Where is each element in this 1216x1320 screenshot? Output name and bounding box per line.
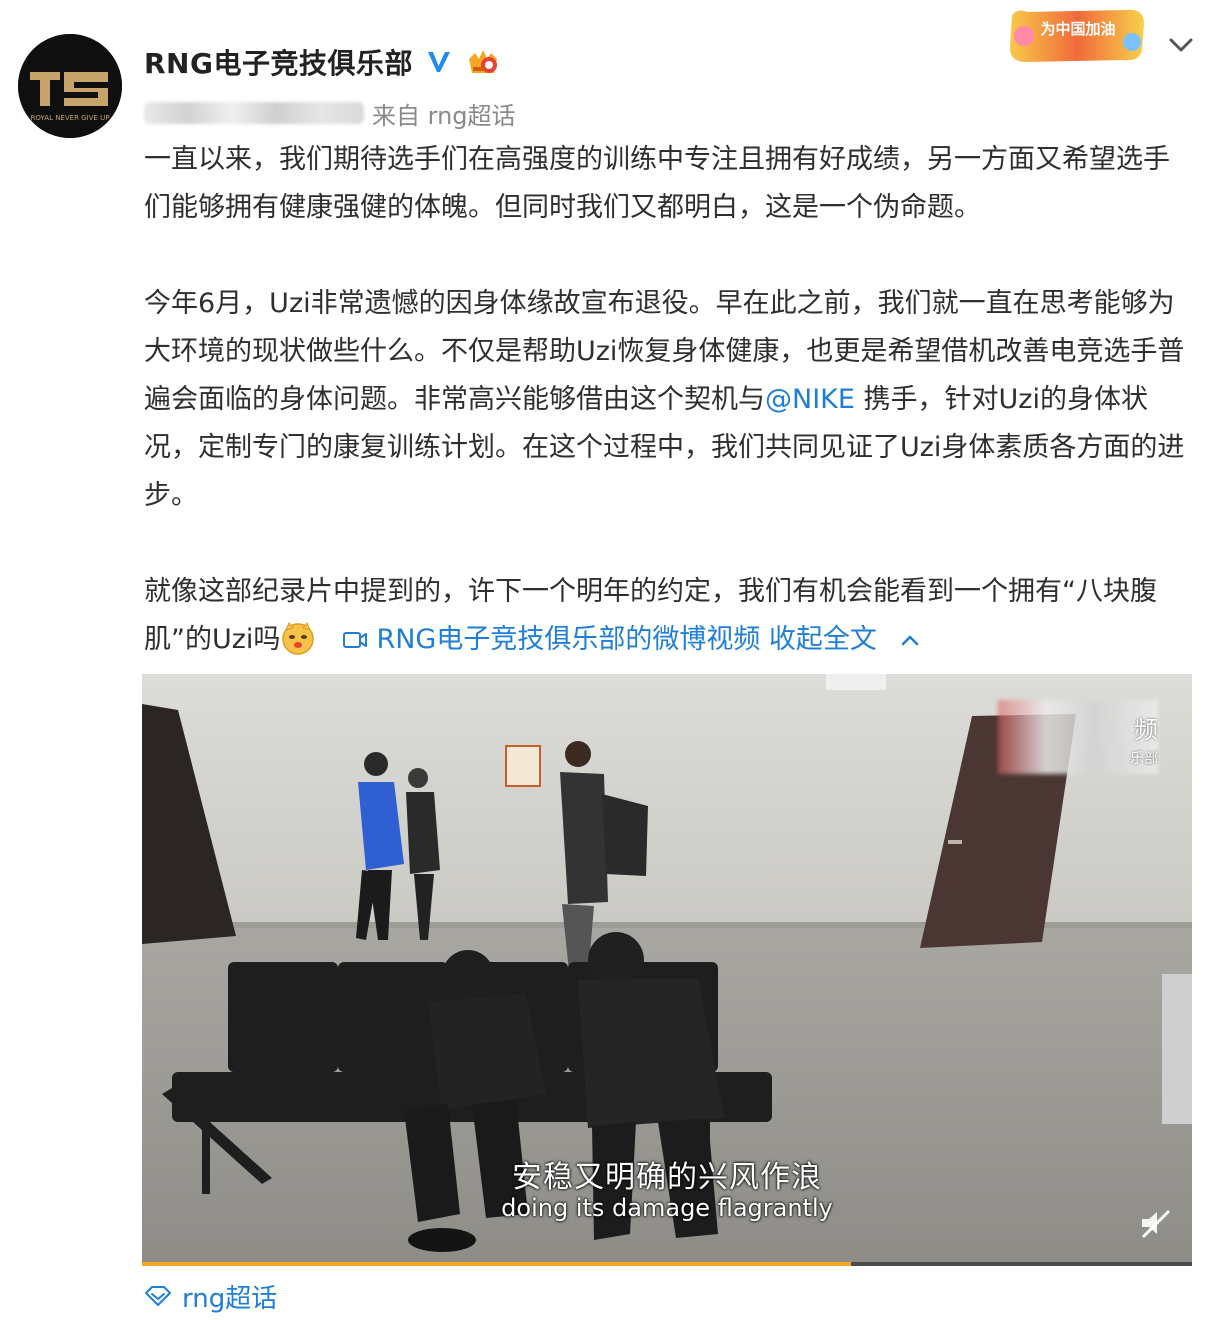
nike-mention-link[interactable]: @NIKE <box>765 384 855 415</box>
topic-tag[interactable]: rng超话 <box>144 1278 277 1314</box>
video-watermark: 频 <box>1134 716 1158 744</box>
post-body: 一直以来，我们期待选手们在高强度的训练中专注且拥有好成绩，另一方面又希望选手们能… <box>144 136 1192 664</box>
video-progress-fill <box>142 1262 851 1266</box>
campaign-badge-icon[interactable]: 为中国加油 <box>1004 6 1150 64</box>
chevron-up-icon[interactable] <box>901 633 919 647</box>
post-paragraph-1: 一直以来，我们期待选手们在高强度的训练中专注且拥有好成绩，另一方面又希望选手们能… <box>144 144 1170 223</box>
post-meta: 来自 rng超话 <box>144 96 516 130</box>
mute-icon[interactable] <box>1138 1208 1172 1238</box>
post-paragraph-2: 今年6月，Uzi非常遗憾的因身体缘故宣布退役。早在此之前，我们就一直在思考能够为… <box>144 280 1192 520</box>
chevron-down-icon[interactable] <box>1166 30 1196 60</box>
video-watermark-sub: 乐部 <box>1130 751 1158 767</box>
post-paragraph-3: 就像这部纪录片中提到的，许下一个明年的约定，我们有机会能看到一个拥有“八块腹肌”… <box>144 568 1192 664</box>
doge-emoji-icon <box>282 622 315 655</box>
avatar[interactable]: ROYAL NEVER GIVE UP <box>18 34 122 138</box>
diamond-icon <box>145 1286 171 1306</box>
video-icon <box>343 632 368 648</box>
post-source[interactable]: 来自 rng超话 <box>372 96 516 131</box>
topic-label[interactable]: rng超话 <box>182 1278 277 1315</box>
crown-badge-icon[interactable] <box>465 47 501 77</box>
avatar-text: ROYAL NEVER GIVE UP <box>31 114 110 122</box>
rng-logo-icon: ROYAL NEVER GIVE UP <box>18 34 122 138</box>
account-header: RNG电子竞技俱乐部 <box>144 40 501 84</box>
video-link[interactable]: RNG电子竞技俱乐部的微博视频 <box>376 624 760 655</box>
campaign-badge-label: 为中国加油 <box>1040 20 1115 38</box>
video-player[interactable]: 频 乐部 安稳又明确的兴风作浪 doing its damage flagran… <box>142 674 1192 1266</box>
subtitle-english: doing its damage flagrantly <box>501 1194 833 1222</box>
subtitle-chinese: 安稳又明确的兴风作浪 <box>512 1160 822 1195</box>
account-name[interactable]: RNG电子竞技俱乐部 <box>144 42 413 82</box>
blurred-timestamp <box>144 102 364 124</box>
video-progress-bar[interactable] <box>142 1262 1192 1266</box>
verified-icon <box>427 52 450 72</box>
collapse-link[interactable]: 收起全文 <box>769 624 877 655</box>
